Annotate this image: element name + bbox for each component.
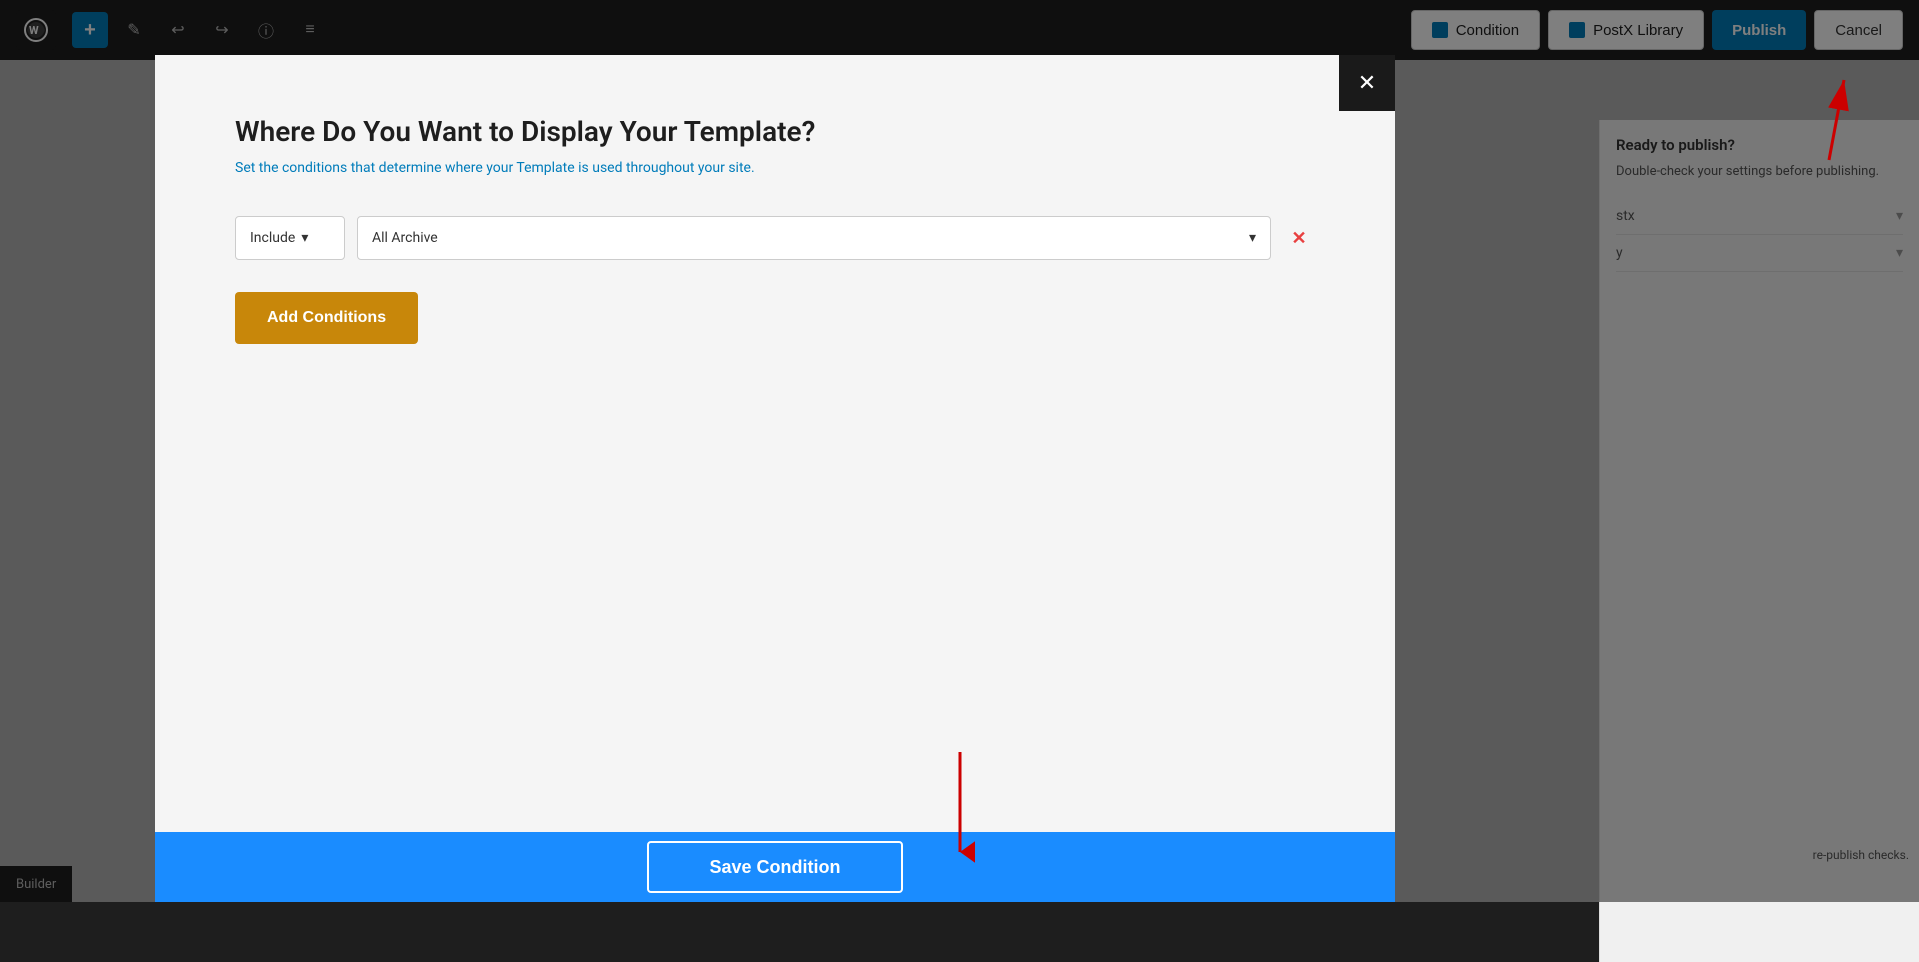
save-condition-button[interactable]: Save Condition [647, 841, 902, 893]
include-label: Include [250, 230, 295, 246]
include-chevron-icon: ▾ [301, 230, 308, 246]
modal-subtitle-text: Set the conditions that determine where … [235, 160, 516, 176]
archive-chevron-icon: ▾ [1249, 230, 1256, 246]
modal-subtitle-end: is used throughout your site. [575, 160, 755, 176]
include-select[interactable]: Include ▾ [235, 216, 345, 260]
delete-condition-button[interactable]: ✕ [1283, 222, 1315, 254]
save-condition-label: Save Condition [709, 857, 840, 877]
close-icon: ✕ [1358, 70, 1376, 96]
add-conditions-button[interactable]: Add Conditions [235, 292, 418, 344]
modal-footer: Save Condition [155, 832, 1395, 902]
add-conditions-label: Add Conditions [267, 309, 386, 326]
archive-label: All Archive [372, 230, 438, 246]
delete-icon: ✕ [1291, 228, 1306, 249]
modal-title: Where Do You Want to Display Your Templa… [235, 115, 1315, 148]
condition-row: Include ▾ All Archive ▾ ✕ [235, 216, 1315, 260]
modal-body: Where Do You Want to Display Your Templa… [155, 55, 1395, 832]
archive-select[interactable]: All Archive ▾ [357, 216, 1271, 260]
condition-modal: ✕ Where Do You Want to Display Your Temp… [155, 55, 1395, 902]
modal-subtitle-link: Template [516, 160, 574, 176]
modal-close-button[interactable]: ✕ [1339, 55, 1395, 111]
modal-subtitle: Set the conditions that determine where … [235, 160, 1315, 176]
